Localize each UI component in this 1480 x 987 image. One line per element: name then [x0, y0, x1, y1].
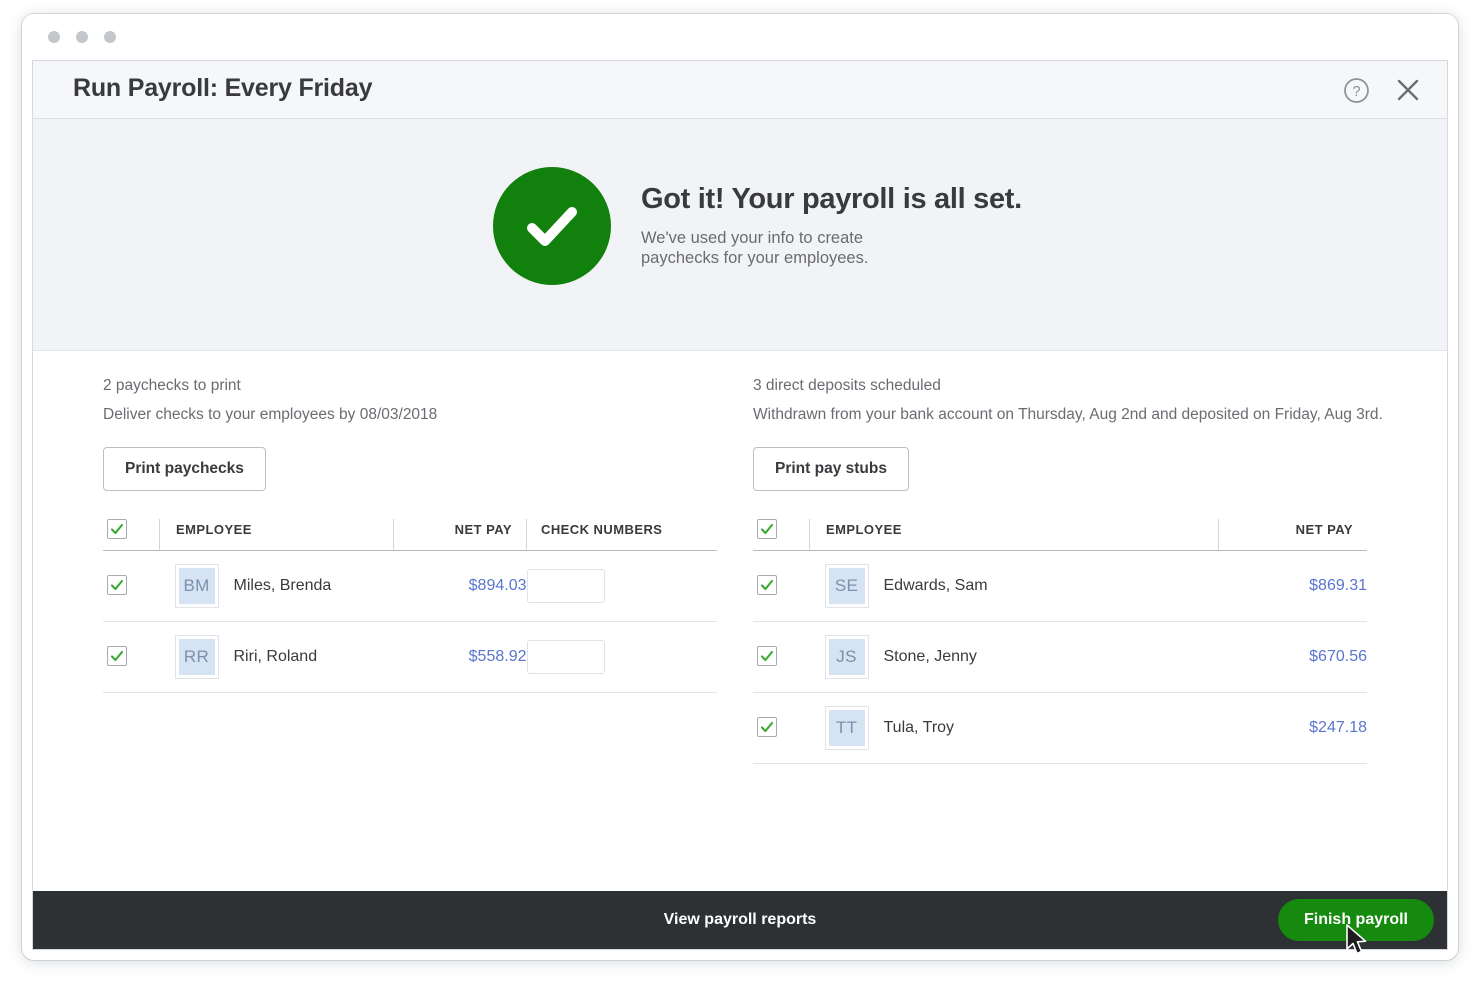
help-circle-icon[interactable]: ?	[1339, 73, 1373, 107]
table-row: BM Miles, Brenda $894.03	[103, 551, 717, 622]
employee-name: Tula, Troy	[884, 719, 955, 737]
row-checkbox[interactable]	[757, 717, 777, 737]
success-banner: Got it! Your payroll is all set. We've u…	[33, 119, 1447, 351]
modal-header: Run Payroll: Every Friday ?	[33, 61, 1447, 119]
direct-deposits-heading: 3 direct deposits scheduled	[753, 377, 1367, 395]
row-net-pay-cell: $869.31	[1219, 551, 1368, 622]
row-check-number-cell	[527, 622, 718, 693]
check-number-input[interactable]	[527, 640, 605, 674]
avatar: BM	[176, 565, 218, 607]
paychecks-heading: 2 paychecks to print	[103, 377, 717, 395]
row-checkbox[interactable]	[107, 575, 127, 595]
row-employee-cell: TT Tula, Troy	[810, 693, 1219, 764]
employee-name: Riri, Roland	[234, 648, 318, 666]
row-checkbox[interactable]	[757, 646, 777, 666]
row-employee-cell: JS Stone, Jenny	[810, 622, 1219, 693]
avatar: TT	[826, 707, 868, 749]
window-titlebar	[22, 14, 1458, 60]
row-checkbox[interactable]	[107, 646, 127, 666]
row-employee-cell: BM Miles, Brenda	[160, 551, 394, 622]
avatar: JS	[826, 636, 868, 678]
modal-content: 2 paychecks to print Deliver checks to y…	[33, 351, 1447, 893]
paychecks-col-check-numbers: CHECK NUMBERS	[527, 519, 718, 551]
net-pay-link[interactable]: $558.92	[469, 648, 527, 665]
success-banner-inner: Got it! Your payroll is all set. We've u…	[493, 167, 1022, 285]
deposits-col-employee: EMPLOYEE	[810, 519, 1219, 551]
success-subtext-line-2: paychecks for your employees.	[641, 248, 1022, 268]
window-traffic-lights	[48, 31, 116, 43]
row-select-cell	[753, 551, 810, 622]
row-net-pay-cell: $247.18	[1219, 693, 1368, 764]
row-net-pay-cell: $558.92	[394, 622, 527, 693]
table-header-row: EMPLOYEE NET PAY	[753, 519, 1367, 551]
paychecks-select-all-header	[103, 519, 160, 551]
modal-header-actions: ?	[1339, 73, 1425, 107]
employee-name: Stone, Jenny	[884, 648, 977, 666]
row-select-cell	[103, 551, 160, 622]
avatar: RR	[176, 636, 218, 678]
row-net-pay-cell: $670.56	[1219, 622, 1368, 693]
employee-name: Miles, Brenda	[234, 577, 332, 595]
row-employee-cell: RR Riri, Roland	[160, 622, 394, 693]
deposits-select-all-checkbox[interactable]	[757, 519, 777, 539]
row-select-cell	[753, 693, 810, 764]
print-paychecks-button[interactable]: Print paychecks	[103, 447, 266, 491]
paychecks-subheading: Deliver checks to your employees by 08/0…	[103, 406, 717, 424]
table-header-row: EMPLOYEE NET PAY CHECK NUMBERS	[103, 519, 717, 551]
table-row: RR Riri, Roland $558.92	[103, 622, 717, 693]
finish-payroll-button[interactable]: Finish payroll	[1278, 899, 1434, 941]
close-icon[interactable]	[1391, 73, 1425, 107]
paychecks-table: EMPLOYEE NET PAY CHECK NUMBERS	[103, 519, 717, 693]
check-number-input[interactable]	[527, 569, 605, 603]
row-net-pay-cell: $894.03	[394, 551, 527, 622]
employee-name: Edwards, Sam	[884, 577, 988, 595]
table-row: SE Edwards, Sam $869.31	[753, 551, 1367, 622]
paychecks-col-employee: EMPLOYEE	[160, 519, 394, 551]
direct-deposits-subheading: Withdrawn from your bank account on Thur…	[753, 406, 1367, 424]
paychecks-section: 2 paychecks to print Deliver checks to y…	[103, 377, 717, 693]
net-pay-link[interactable]: $670.56	[1309, 648, 1367, 665]
success-banner-text: Got it! Your payroll is all set. We've u…	[641, 167, 1022, 268]
direct-deposits-table: EMPLOYEE NET PAY	[753, 519, 1367, 764]
modal-footer: View payroll reports Finish payroll	[33, 891, 1447, 949]
net-pay-link[interactable]: $894.03	[469, 577, 527, 594]
table-row: JS Stone, Jenny $670.56	[753, 622, 1367, 693]
paychecks-select-all-checkbox[interactable]	[107, 519, 127, 539]
row-employee-cell: SE Edwards, Sam	[810, 551, 1219, 622]
close-dot[interactable]	[48, 31, 60, 43]
avatar: SE	[826, 565, 868, 607]
table-row: TT Tula, Troy $247.18	[753, 693, 1367, 764]
minimize-dot[interactable]	[76, 31, 88, 43]
success-headline: Got it! Your payroll is all set.	[641, 183, 1022, 216]
view-payroll-reports-link[interactable]: View payroll reports	[664, 911, 817, 929]
deposits-col-net-pay: NET PAY	[1219, 519, 1368, 551]
paychecks-col-net-pay: NET PAY	[394, 519, 527, 551]
row-select-cell	[753, 622, 810, 693]
direct-deposits-section: 3 direct deposits scheduled Withdrawn fr…	[753, 377, 1367, 764]
svg-text:?: ?	[1352, 84, 1360, 100]
run-payroll-modal: Run Payroll: Every Friday ?	[32, 60, 1448, 950]
success-check-icon	[493, 167, 611, 285]
app-window: Run Payroll: Every Friday ?	[22, 14, 1458, 960]
net-pay-link[interactable]: $247.18	[1309, 719, 1367, 736]
deposits-select-all-header	[753, 519, 810, 551]
row-select-cell	[103, 622, 160, 693]
page-title: Run Payroll: Every Friday	[73, 74, 372, 103]
row-check-number-cell	[527, 551, 718, 622]
net-pay-link[interactable]: $869.31	[1309, 577, 1367, 594]
row-checkbox[interactable]	[757, 575, 777, 595]
success-subtext-line-1: We've used your info to create	[641, 228, 1022, 248]
print-pay-stubs-button[interactable]: Print pay stubs	[753, 447, 909, 491]
maximize-dot[interactable]	[104, 31, 116, 43]
